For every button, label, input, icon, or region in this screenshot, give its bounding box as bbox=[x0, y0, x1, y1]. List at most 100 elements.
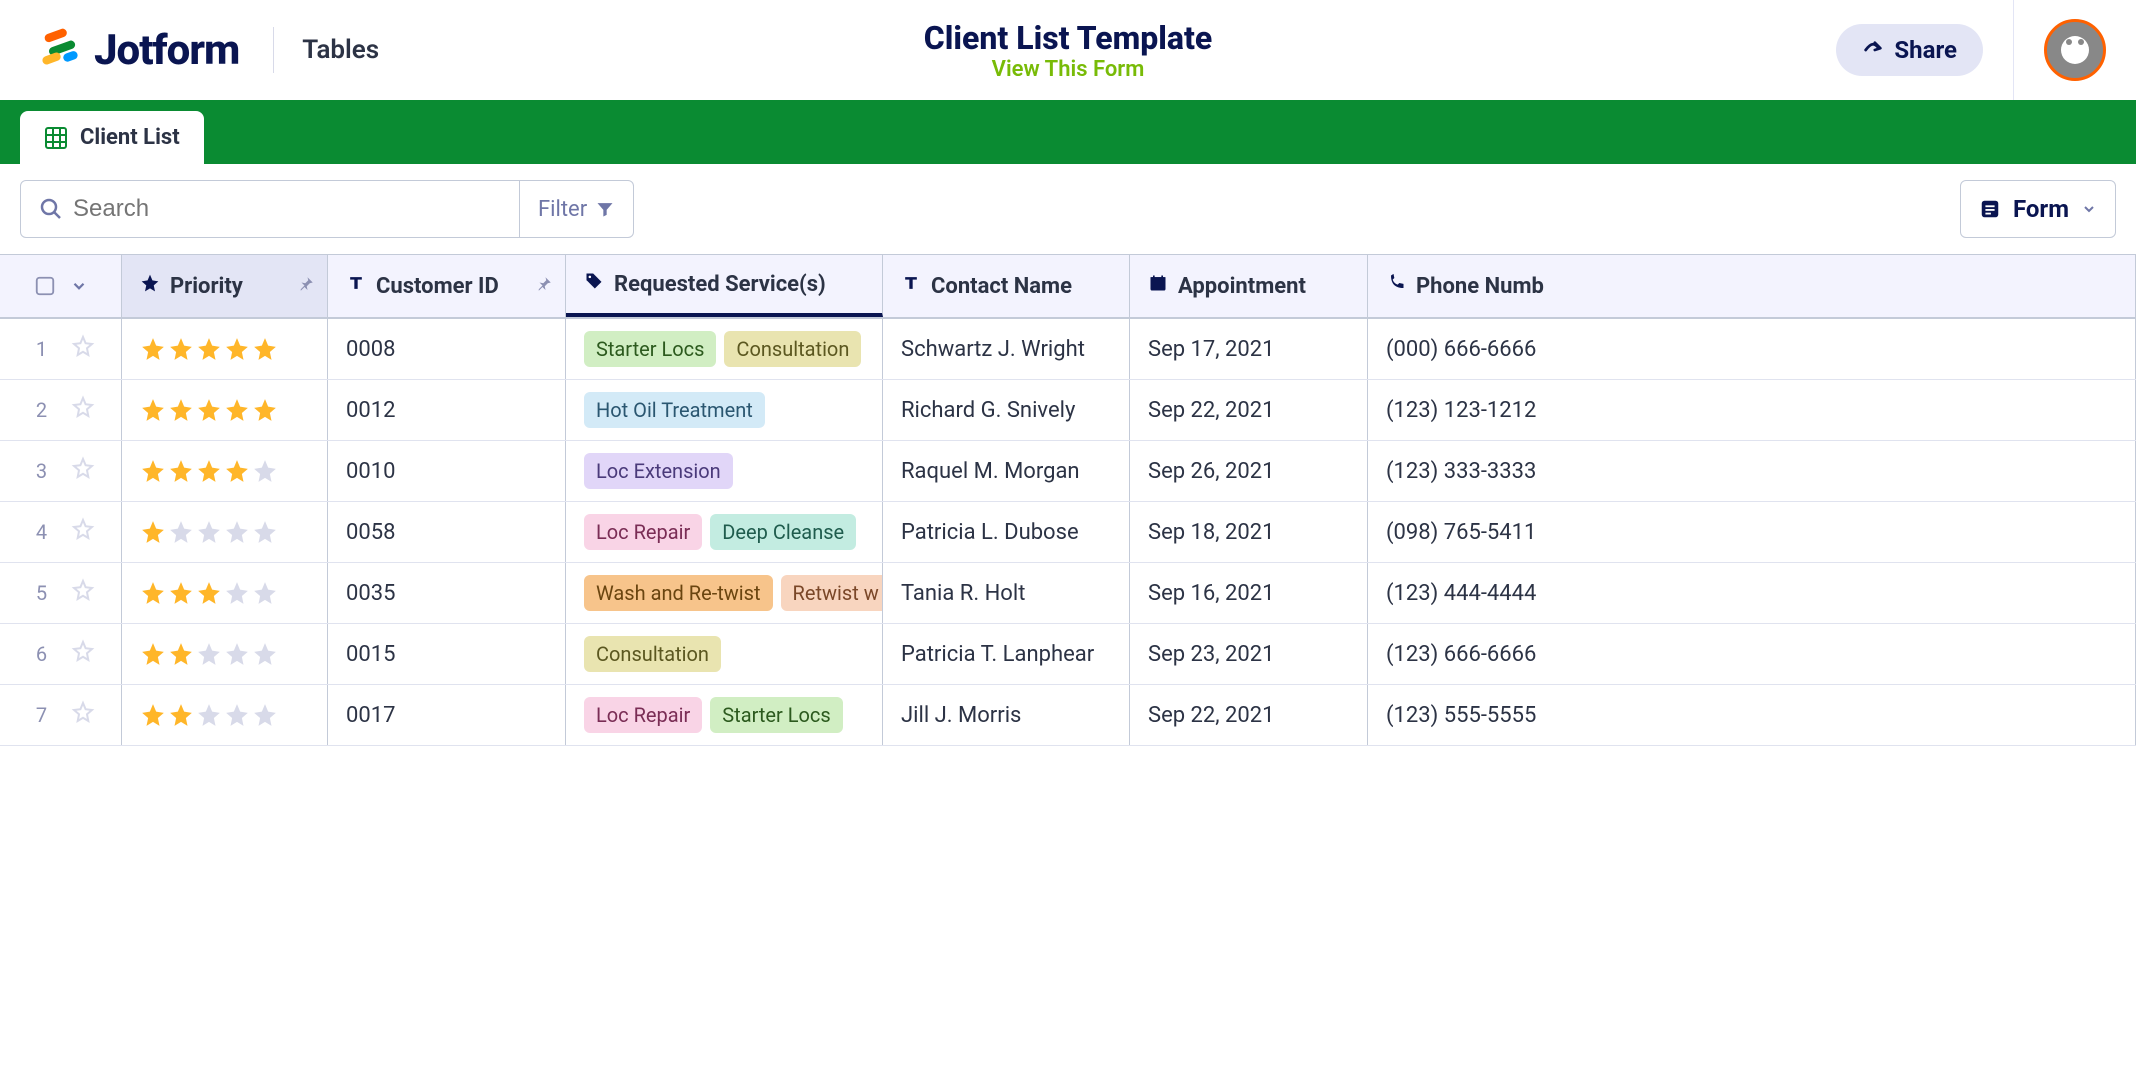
table-row[interactable]: 30010Loc ExtensionRaquel M. MorganSep 26… bbox=[0, 441, 2136, 502]
priority-cell[interactable] bbox=[122, 441, 328, 501]
nav-tables[interactable]: Tables bbox=[302, 35, 379, 65]
pin-icon[interactable] bbox=[297, 274, 315, 299]
table-row[interactable]: 70017Loc RepairStarter LocsJill J. Morri… bbox=[0, 685, 2136, 746]
row-favorite-star[interactable] bbox=[71, 700, 95, 730]
services-cell[interactable]: Starter LocsConsultation bbox=[566, 319, 883, 379]
contact-cell[interactable]: Patricia L. Dubose bbox=[883, 502, 1130, 562]
row-favorite-star[interactable] bbox=[71, 395, 95, 425]
priority-cell[interactable] bbox=[122, 502, 328, 562]
contact-cell[interactable]: Raquel M. Morgan bbox=[883, 441, 1130, 501]
service-tag[interactable]: Hot Oil Treatment bbox=[584, 392, 765, 428]
chevron-down-icon[interactable] bbox=[70, 277, 88, 295]
services-cell[interactable]: Wash and Re-twistRetwist w bbox=[566, 563, 883, 623]
appointment-cell[interactable]: Sep 16, 2021 bbox=[1130, 563, 1368, 623]
row-favorite-star[interactable] bbox=[71, 578, 95, 608]
service-tag[interactable]: Consultation bbox=[724, 331, 861, 367]
priority-cell[interactable] bbox=[122, 563, 328, 623]
appointment-cell[interactable]: Sep 26, 2021 bbox=[1130, 441, 1368, 501]
row-favorite-star[interactable] bbox=[71, 517, 95, 547]
star-rating[interactable] bbox=[140, 641, 278, 667]
customer-id-cell[interactable]: 0058 bbox=[328, 502, 566, 562]
row-index-cell[interactable]: 1 bbox=[0, 319, 122, 379]
star-rating[interactable] bbox=[140, 580, 278, 606]
services-cell[interactable]: Loc RepairStarter Locs bbox=[566, 685, 883, 745]
pin-icon[interactable] bbox=[535, 274, 553, 299]
star-rating[interactable] bbox=[140, 519, 278, 545]
phone-cell[interactable]: (123) 123-1212 bbox=[1368, 380, 2136, 440]
service-tag[interactable]: Loc Extension bbox=[584, 453, 733, 489]
header-services[interactable]: Requested Service(s) bbox=[566, 255, 883, 317]
priority-cell[interactable] bbox=[122, 319, 328, 379]
filter-button[interactable]: Filter bbox=[520, 180, 634, 238]
row-index-cell[interactable]: 2 bbox=[0, 380, 122, 440]
appointment-cell[interactable]: Sep 22, 2021 bbox=[1130, 685, 1368, 745]
service-tag[interactable]: Starter Locs bbox=[584, 331, 716, 367]
header-customer-id[interactable]: Customer ID bbox=[328, 255, 566, 317]
row-index-cell[interactable]: 7 bbox=[0, 685, 122, 745]
priority-cell[interactable] bbox=[122, 685, 328, 745]
brand-logo[interactable]: Jotform bbox=[40, 26, 239, 75]
service-tag[interactable]: Retwist w bbox=[781, 575, 883, 611]
star-rating[interactable] bbox=[140, 458, 278, 484]
customer-id-cell[interactable]: 0017 bbox=[328, 685, 566, 745]
phone-cell[interactable]: (123) 555-5555 bbox=[1368, 685, 2136, 745]
contact-cell[interactable]: Schwartz J. Wright bbox=[883, 319, 1130, 379]
row-index-cell[interactable]: 4 bbox=[0, 502, 122, 562]
share-button[interactable]: Share bbox=[1836, 24, 1983, 76]
checkbox-icon[interactable] bbox=[34, 275, 56, 297]
search-input[interactable] bbox=[73, 195, 501, 223]
appointment-cell[interactable]: Sep 22, 2021 bbox=[1130, 380, 1368, 440]
customer-id-cell[interactable]: 0035 bbox=[328, 563, 566, 623]
services-cell[interactable]: Loc RepairDeep Cleanse bbox=[566, 502, 883, 562]
customer-id-cell[interactable]: 0010 bbox=[328, 441, 566, 501]
appointment-cell[interactable]: Sep 18, 2021 bbox=[1130, 502, 1368, 562]
appointment-cell[interactable]: Sep 23, 2021 bbox=[1130, 624, 1368, 684]
phone-cell[interactable]: (123) 333-3333 bbox=[1368, 441, 2136, 501]
contact-cell[interactable]: Patricia T. Lanphear bbox=[883, 624, 1130, 684]
contact-cell[interactable]: Richard G. Snively bbox=[883, 380, 1130, 440]
phone-cell[interactable]: (000) 666-6666 bbox=[1368, 319, 2136, 379]
contact-cell[interactable]: Jill J. Morris bbox=[883, 685, 1130, 745]
row-index-cell[interactable]: 5 bbox=[0, 563, 122, 623]
search-box[interactable] bbox=[20, 180, 520, 238]
header-contact[interactable]: Contact Name bbox=[883, 255, 1130, 317]
contact-cell[interactable]: Tania R. Holt bbox=[883, 563, 1130, 623]
service-tag[interactable]: Wash and Re-twist bbox=[584, 575, 773, 611]
header-phone[interactable]: Phone Numb bbox=[1368, 255, 2136, 317]
row-favorite-star[interactable] bbox=[71, 456, 95, 486]
star-rating[interactable] bbox=[140, 336, 278, 362]
star-rating[interactable] bbox=[140, 397, 278, 423]
priority-cell[interactable] bbox=[122, 624, 328, 684]
phone-cell[interactable]: (098) 765-5411 bbox=[1368, 502, 2136, 562]
row-favorite-star[interactable] bbox=[71, 334, 95, 364]
appointment-cell[interactable]: Sep 17, 2021 bbox=[1130, 319, 1368, 379]
row-favorite-star[interactable] bbox=[71, 639, 95, 669]
view-form-link[interactable]: View This Form bbox=[924, 57, 1213, 82]
avatar[interactable] bbox=[2044, 19, 2106, 81]
phone-cell[interactable]: (123) 666-6666 bbox=[1368, 624, 2136, 684]
star-rating[interactable] bbox=[140, 702, 278, 728]
service-tag[interactable]: Loc Repair bbox=[584, 514, 702, 550]
service-tag[interactable]: Loc Repair bbox=[584, 697, 702, 733]
customer-id-cell[interactable]: 0008 bbox=[328, 319, 566, 379]
services-cell[interactable]: Loc Extension bbox=[566, 441, 883, 501]
service-tag[interactable]: Consultation bbox=[584, 636, 721, 672]
table-row[interactable]: 40058Loc RepairDeep CleansePatricia L. D… bbox=[0, 502, 2136, 563]
header-priority[interactable]: Priority bbox=[122, 255, 328, 317]
customer-id-cell[interactable]: 0012 bbox=[328, 380, 566, 440]
priority-cell[interactable] bbox=[122, 380, 328, 440]
service-tag[interactable]: Deep Cleanse bbox=[710, 514, 856, 550]
table-row[interactable]: 6 0015 Consultation Patricia T. LanphearSep… bbox=[0, 624, 2136, 685]
services-cell[interactable]: Consultation bbox=[566, 624, 883, 684]
header-select-all[interactable] bbox=[0, 255, 122, 317]
customer-id-cell[interactable]: 0015 bbox=[328, 624, 566, 684]
row-index-cell[interactable]: 6 bbox=[0, 624, 122, 684]
table-row[interactable]: 10008Starter LocsConsultationSchwartz J.… bbox=[0, 319, 2136, 380]
tab-client-list[interactable]: Client List bbox=[20, 111, 204, 164]
table-row[interactable]: 50035Wash and Re-twistRetwist wTania R. … bbox=[0, 563, 2136, 624]
service-tag[interactable]: Starter Locs bbox=[710, 697, 842, 733]
table-row[interactable]: 2 0012 Hot Oil Treatment Richard G. Snively… bbox=[0, 380, 2136, 441]
form-view-button[interactable]: Form bbox=[1960, 180, 2116, 238]
header-appointment[interactable]: Appointment bbox=[1130, 255, 1368, 317]
phone-cell[interactable]: (123) 444-4444 bbox=[1368, 563, 2136, 623]
